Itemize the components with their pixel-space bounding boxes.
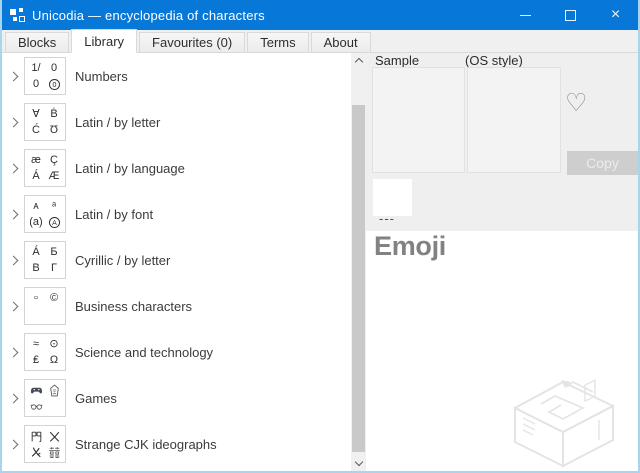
app-logo-icon [10, 7, 25, 23]
glasses-icon [27, 398, 45, 414]
circled-a-icon: A [45, 214, 63, 230]
circled-zero-icon: 0 [45, 76, 63, 92]
cjk-gate-icon [27, 428, 45, 444]
category-preview-icon [24, 379, 66, 417]
category-preview-icon: ᴀ ᵃ (a) A [24, 195, 66, 233]
tab-label: Blocks [18, 35, 57, 50]
svg-text:A: A [52, 219, 57, 227]
sample-character-box [372, 67, 465, 173]
window-controls: × [503, 0, 638, 30]
os-style-label: (OS style) [465, 53, 523, 68]
tab-terms[interactable]: Terms [247, 32, 309, 52]
copy-button[interactable]: Copy [567, 151, 638, 175]
preview-panel: Sample (OS style) ♡ Copy --- Emoji [366, 53, 638, 471]
tree-item-games[interactable]: Games [2, 375, 351, 421]
expand-chevron-icon[interactable] [2, 347, 24, 357]
tree-item-label: Numbers [75, 68, 128, 84]
tree-item-latin-by-font[interactable]: ᴀ ᵃ (a) A Latin / by font [2, 191, 351, 237]
category-preview-icon: 1/ 0 0 0 [24, 57, 66, 95]
tree-item-latin-by-language[interactable]: æ Ç Á Æ Latin / by language [2, 145, 351, 191]
category-preview-icon: æ Ç Á Æ [24, 149, 66, 187]
tab-blocks[interactable]: Blocks [5, 32, 70, 52]
tree-item-label: Latin / by letter [75, 114, 161, 130]
maximize-icon [565, 9, 576, 21]
content-area: Emoji [366, 231, 638, 471]
window-title: Unicodia — encyclopedia of characters [32, 7, 265, 23]
category-preview-icon [24, 425, 66, 463]
svg-text:0: 0 [52, 81, 56, 89]
chevron-down-icon [354, 457, 363, 467]
gamepad-icon [27, 382, 45, 398]
tab-favourites-0[interactable]: Favourites (0) [139, 32, 246, 52]
watermark-logo [512, 379, 616, 468]
expand-chevron-icon[interactable] [2, 163, 24, 173]
tree-item-business-characters[interactable]: ▫ © Business characters [2, 283, 351, 329]
minimize-icon [520, 14, 531, 16]
tab-library[interactable]: Library [71, 29, 138, 53]
tree-item-label: Latin / by language [75, 160, 185, 176]
close-icon: × [610, 6, 621, 23]
tree-item-label: Business characters [75, 298, 193, 314]
category-preview-icon: Á Б В Г [24, 241, 66, 279]
expand-chevron-icon[interactable] [2, 255, 24, 265]
close-button[interactable]: × [593, 0, 638, 30]
tab-label: Library [84, 33, 125, 49]
tab-bar: Blocks Library Favourites (0) Terms Abou… [2, 29, 638, 53]
category-preview-icon: ∀ Ḃ Ć Ʊ [24, 103, 66, 141]
minimize-button[interactable] [503, 0, 548, 30]
section-heading: Emoji [374, 231, 447, 261]
placeholder-text: --- [379, 211, 395, 226]
tab-label: About [323, 35, 358, 50]
expand-chevron-icon[interactable] [2, 71, 24, 81]
tree-item-label: Games [75, 390, 117, 406]
tree-item-label: Science and technology [75, 344, 214, 360]
expand-chevron-icon[interactable] [2, 393, 24, 403]
maximize-button[interactable] [548, 0, 593, 30]
expand-chevron-icon[interactable] [2, 117, 24, 127]
expand-chevron-icon[interactable] [2, 209, 24, 219]
sample-label: Sample [375, 53, 420, 68]
scroll-down-button[interactable] [351, 455, 366, 471]
shogi-piece-icon [45, 382, 63, 398]
scrollbar-thumb[interactable] [352, 105, 365, 452]
app-window: Unicodia — encyclopedia of characters × … [0, 0, 640, 473]
cjk-x-icon [45, 428, 63, 444]
scroll-up-button[interactable] [351, 53, 366, 69]
tree-scrollbar[interactable] [351, 53, 366, 471]
favourite-heart-icon[interactable]: ♡ [565, 91, 587, 116]
double-happiness-icon [45, 444, 63, 460]
cjk-shime-icon [27, 444, 45, 460]
title-bar: Unicodia — encyclopedia of characters × [2, 0, 638, 30]
tree-item-label: Strange CJK ideographs [75, 436, 217, 452]
chevron-up-icon [354, 57, 363, 67]
category-preview-icon: ≈ ⊙ ₤ Ω [24, 333, 66, 371]
tab-about[interactable]: About [310, 32, 371, 52]
tree-item-numbers[interactable]: 1/ 0 0 0 Numbers [2, 53, 351, 99]
tree-item-latin-by-letter[interactable]: ∀ Ḃ Ć Ʊ Latin / by letter [2, 99, 351, 145]
category-preview-icon: ▫ © [24, 287, 66, 325]
expand-chevron-icon[interactable] [2, 301, 24, 311]
tree-item-label: Cyrillic / by letter [75, 252, 171, 268]
os-style-character-box [467, 67, 561, 173]
tree-item-strange-cjk-ideographs[interactable]: Strange CJK ideographs [2, 421, 351, 467]
library-tree: 1/ 0 0 0 Numbers ∀ Ḃ Ć Ʊ Latin / by lett… [2, 53, 351, 471]
tree-item-science-and-technology[interactable]: ≈ ⊙ ₤ Ω Science and technology [2, 329, 351, 375]
tab-label: Terms [260, 35, 296, 50]
tree-item-cyrillic-by-letter[interactable]: Á Б В Г Cyrillic / by letter [2, 237, 351, 283]
tree-item-label: Latin / by font [75, 206, 154, 222]
expand-chevron-icon[interactable] [2, 439, 24, 449]
tab-label: Favourites (0) [152, 35, 233, 50]
